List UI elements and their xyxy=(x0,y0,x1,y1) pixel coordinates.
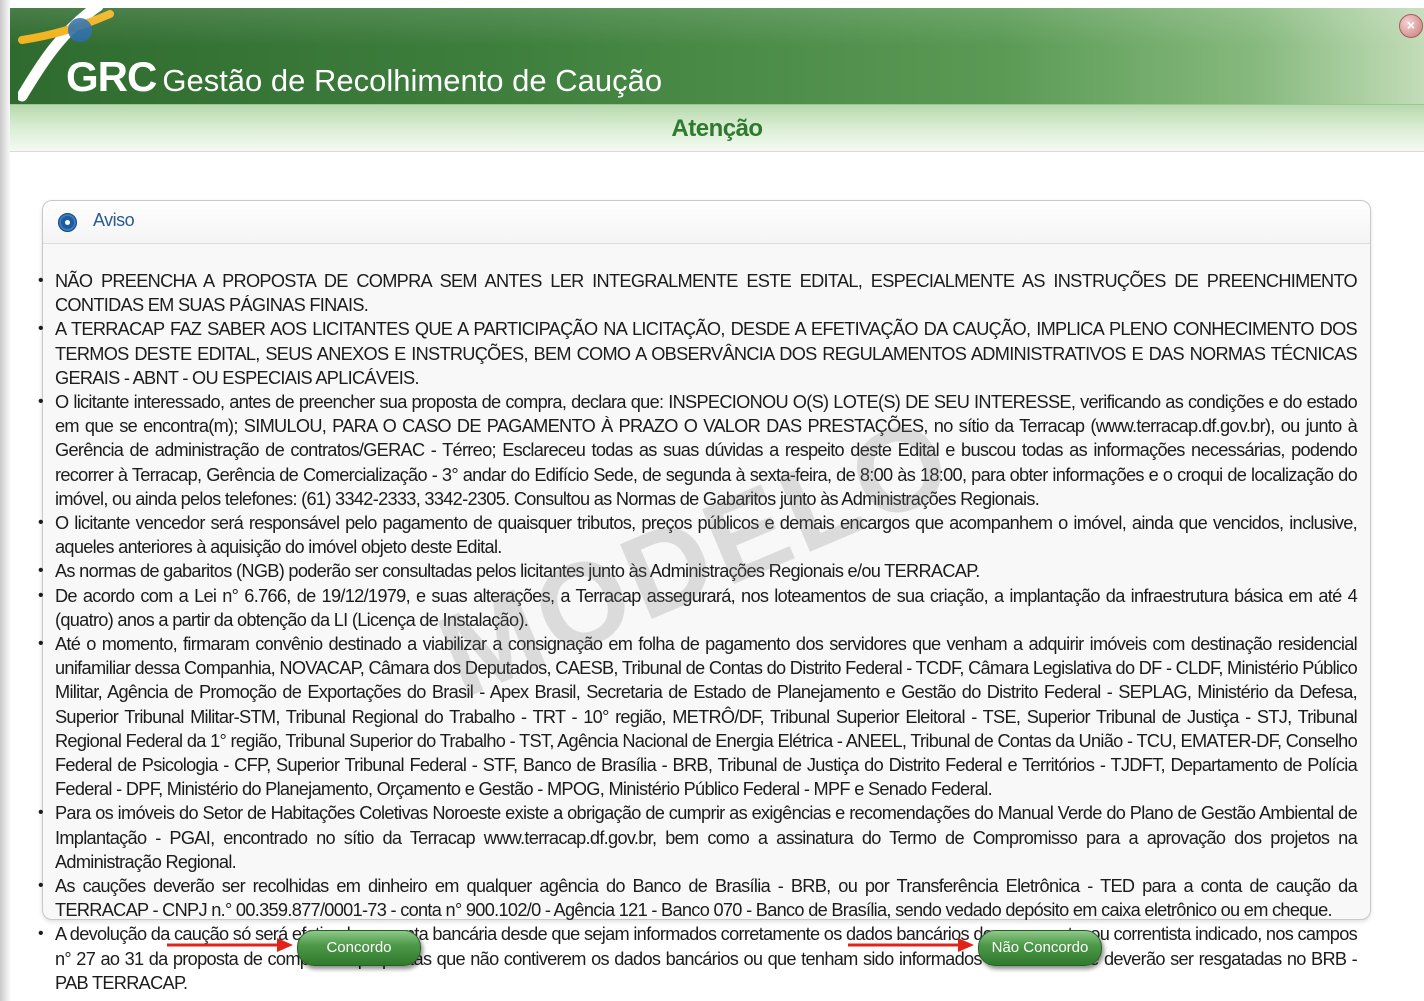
agree-button[interactable]: Concordo xyxy=(297,930,421,966)
notice-item: O licitante vencedor será responsável pe… xyxy=(35,511,1358,559)
app-full-name: Gestão de Recolhimento de Caução xyxy=(162,63,663,98)
notice-panel: Aviso NÃO PREENCHA A PROPOSTA DE COMPRA … xyxy=(38,200,1371,993)
notice-list: NÃO PREENCHA A PROPOSTA DE COMPRA SEM AN… xyxy=(35,269,1358,995)
notice-panel-title: Aviso xyxy=(93,210,135,230)
notice-item: As cauções deverão ser recolhidas em din… xyxy=(35,874,1358,922)
notice-item: Para os imóveis do Setor de Habitações C… xyxy=(35,801,1358,874)
arrow-right-icon xyxy=(848,938,974,952)
arrow-right-icon xyxy=(167,938,293,952)
notice-item: NÃO PREENCHA A PROPOSTA DE COMPRA SEM AN… xyxy=(35,269,1358,317)
info-icon xyxy=(58,213,77,232)
notice-panel-header: Aviso xyxy=(43,201,1370,244)
app-abbreviation: GRC xyxy=(66,53,157,100)
app-title: GRC Gestão de Recolhimento de Caução xyxy=(66,56,662,98)
notice-item: Até o momento, firmaram convênio destina… xyxy=(35,632,1358,801)
page-title-bar: Atenção xyxy=(10,104,1424,152)
notice-item: A TERRACAP FAZ SABER AOS LICITANTES QUE … xyxy=(35,317,1358,390)
disagree-button[interactable]: Não Concordo xyxy=(978,930,1102,966)
notice-item: De acordo com a Lei n° 6.766, de 19/12/1… xyxy=(35,584,1358,632)
page-title: Atenção xyxy=(671,115,763,142)
notice-item: O licitante interessado, antes de preenc… xyxy=(35,390,1358,511)
close-icon[interactable]: × xyxy=(1399,14,1423,38)
notice-item: A devolução da caução só será efetivada … xyxy=(35,922,1358,995)
app-header: GRC Gestão de Recolhimento de Caução xyxy=(10,8,1424,104)
notice-item: As normas de gabaritos (NGB) poderão ser… xyxy=(35,559,1357,583)
window-left-edge xyxy=(0,0,10,1001)
